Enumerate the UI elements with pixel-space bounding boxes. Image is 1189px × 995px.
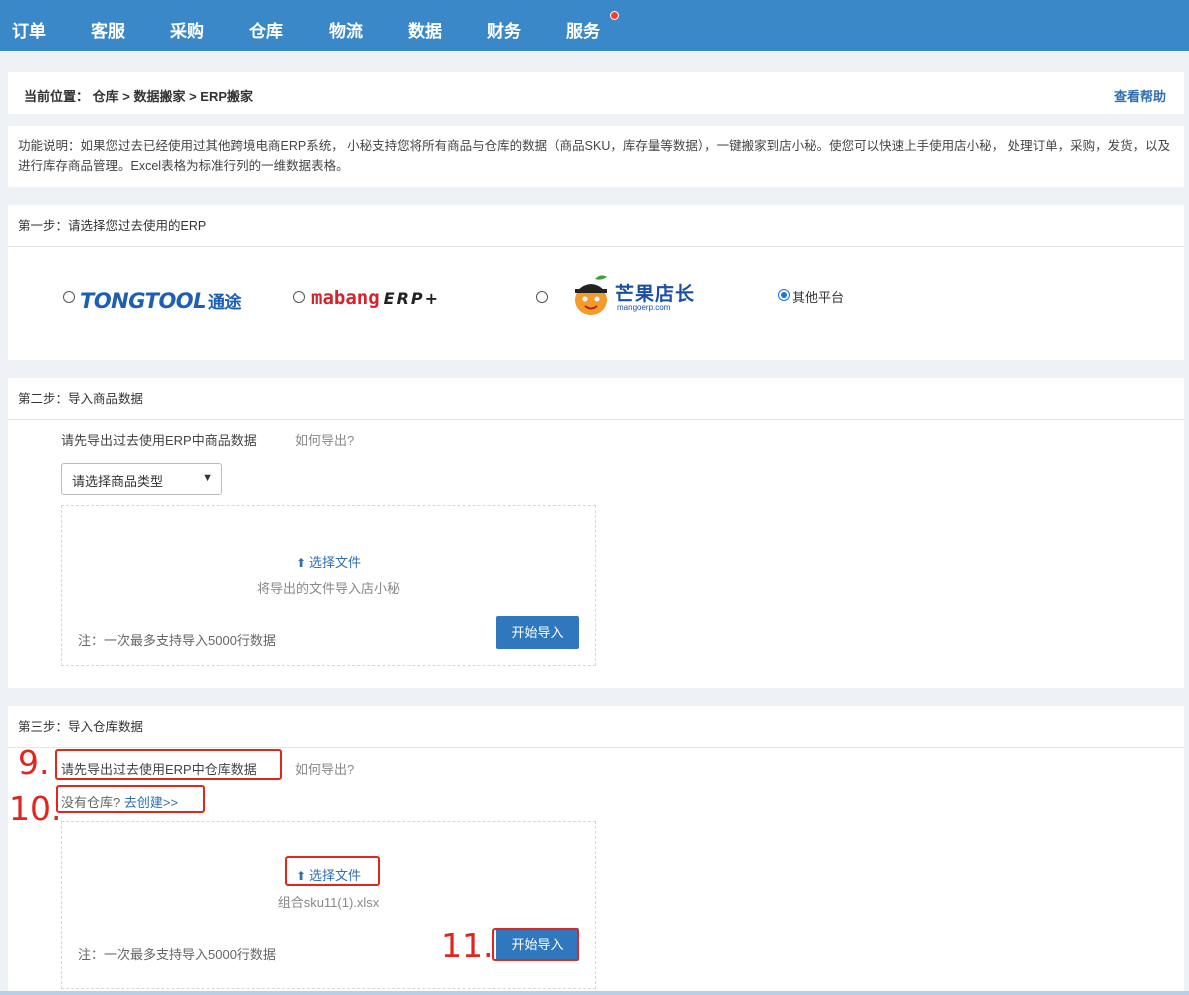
- nav-customer-service[interactable]: 客服: [91, 17, 125, 42]
- other-platform-label[interactable]: 其他平台: [792, 287, 844, 306]
- nav-data[interactable]: 数据: [408, 17, 442, 42]
- help-link[interactable]: 查看帮助: [1114, 86, 1166, 105]
- radio-mabang[interactable]: [293, 291, 305, 303]
- step2-start-import-button[interactable]: 开始导入: [496, 616, 579, 649]
- step3-title: 第三步：导入仓库数据: [8, 706, 1184, 748]
- step2-panel: 第二步：导入商品数据 请先导出过去使用ERP中商品数据 如何导出? 请选择商品类…: [8, 378, 1184, 688]
- step2-note: 注：一次最多支持导入5000行数据: [78, 633, 276, 648]
- radio-mangoerp[interactable]: [536, 291, 548, 303]
- step2-hint: 请先导出过去使用ERP中商品数据: [61, 433, 257, 448]
- annotation-box-10: [56, 785, 205, 813]
- annotation-number-10: 10.: [9, 789, 62, 828]
- annotation-number-9: 9.: [18, 743, 50, 782]
- step3-note: 注：一次最多支持导入5000行数据: [78, 947, 276, 962]
- chevron-down-icon: ▼: [202, 472, 213, 484]
- radio-tongtool[interactable]: [63, 291, 75, 303]
- annotation-box-9: [55, 749, 282, 780]
- step2-howto-link[interactable]: 如何导出?: [295, 430, 354, 449]
- step1-title: 第一步：请选择您过去使用的ERP: [8, 205, 1184, 247]
- radio-other-platform[interactable]: [778, 289, 790, 301]
- annotation-box-file: [285, 856, 380, 886]
- tongtool-logo[interactable]: TONGTOOL 通途: [80, 288, 242, 313]
- annotation-number-11: 11.: [441, 926, 494, 965]
- notification-dot: [610, 11, 619, 20]
- breadcrumb-path: 当前位置： 仓库 > 数据搬家 > ERP搬家: [24, 89, 254, 104]
- step2-dropzone: ⬆ 选择文件 将导出的文件导入店小秘 注：一次最多支持导入5000行数据 开始导入: [61, 505, 596, 666]
- step1-panel: 第一步：请选择您过去使用的ERP TONGTOOL 通途 mabang ERP+ 芒…: [8, 205, 1184, 360]
- breadcrumb: 当前位置： 仓库 > 数据搬家 > ERP搬家 查看帮助: [8, 72, 1184, 114]
- nav-finance[interactable]: 财务: [487, 17, 521, 42]
- nav-orders[interactable]: 订单: [12, 17, 46, 42]
- step3-dropzone: ⬆ 选择文件 组合sku11(1).xlsx 注：一次最多支持导入5000行数据 …: [61, 821, 596, 989]
- top-nav: 订单 客服 采购 仓库 物流 数据 财务 服务: [0, 0, 1189, 51]
- nav-logistics[interactable]: 物流: [329, 17, 363, 42]
- bottom-bar: [0, 991, 1189, 995]
- nav-service[interactable]: 服务: [566, 17, 600, 42]
- product-type-select[interactable]: 请选择商品类型 ▼: [61, 463, 222, 495]
- step2-title: 第二步：导入商品数据: [8, 378, 1184, 420]
- nav-purchase[interactable]: 采购: [170, 17, 204, 42]
- function-description: 功能说明：如果您过去已经使用过其他跨境电商ERP系统， 小秘支持您将所有商品与仓…: [8, 126, 1184, 187]
- nav-warehouse[interactable]: 仓库: [249, 17, 283, 42]
- mangoerp-logo[interactable]: 芒果店长 mangoerp.com: [571, 273, 711, 317]
- selected-file-name: 组合sku11(1).xlsx: [277, 895, 380, 910]
- step3-howto-link[interactable]: 如何导出?: [295, 759, 354, 778]
- step2-choose-file[interactable]: ⬆ 选择文件: [62, 552, 595, 571]
- upload-icon: ⬆: [295, 556, 307, 570]
- annotation-box-11: [492, 928, 579, 961]
- mango-face-icon: [575, 275, 607, 315]
- mabang-logo[interactable]: mabang ERP+: [311, 287, 440, 309]
- step2-sub-text: 将导出的文件导入店小秘: [256, 581, 400, 596]
